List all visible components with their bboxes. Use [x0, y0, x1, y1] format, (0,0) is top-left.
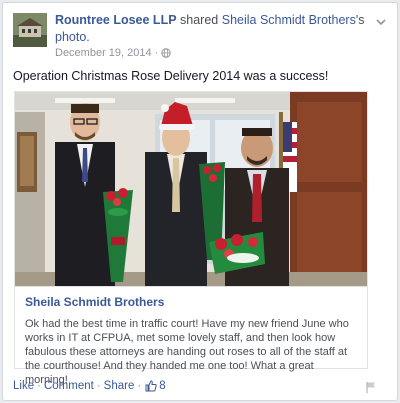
share-link[interactable]: Share — [104, 380, 135, 392]
action-separator: · — [96, 380, 101, 392]
post-card: Rountree Losee LLP shared Sheila Schmidt… — [2, 2, 398, 401]
comment-link[interactable]: Comment — [44, 380, 94, 392]
author-avatar[interactable] — [13, 13, 47, 47]
shared-text: Ok had the best time in traffic court! H… — [25, 318, 349, 386]
action-text: shared — [180, 13, 219, 27]
like-link[interactable]: Like — [13, 380, 34, 392]
post-caption: Operation Christmas Rose Delivery 2014 w… — [13, 69, 329, 83]
meta-separator: · — [154, 47, 159, 59]
post-header: Rountree Losee LLP shared Sheila Schmidt… — [55, 12, 365, 46]
author-link[interactable]: Rountree Losee LLP — [55, 13, 177, 27]
globe-icon[interactable] — [161, 48, 171, 58]
post-photo[interactable] — [14, 91, 368, 287]
photo-link[interactable]: photo. — [55, 30, 90, 44]
possessive-text: 's — [355, 13, 365, 27]
post-date[interactable]: December 19, 2014 — [55, 47, 152, 59]
flag-icon[interactable] — [365, 380, 377, 393]
shared-attachment[interactable]: Sheila Schmidt Brothers Ok had the best … — [14, 287, 368, 386]
post-meta: December 19, 2014 · — [55, 47, 171, 59]
action-separator: · — [137, 380, 142, 392]
thumbs-up-icon[interactable] — [145, 380, 157, 392]
action-bar: Like · Comment · Share · 8 — [13, 380, 166, 392]
shared-author-link[interactable]: Sheila Schmidt Brothers — [25, 295, 357, 309]
shared-from-link[interactable]: Sheila Schmidt Brothers — [222, 13, 356, 27]
action-separator: · — [37, 380, 41, 392]
chevron-down-icon[interactable] — [375, 15, 387, 27]
like-count[interactable]: 8 — [159, 380, 165, 392]
